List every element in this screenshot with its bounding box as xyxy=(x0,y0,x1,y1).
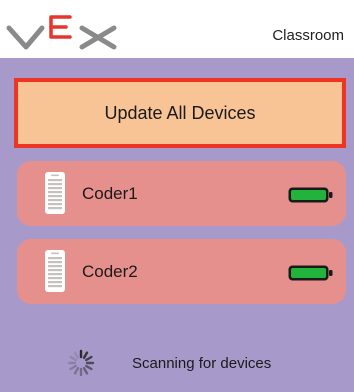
vex-logo-icon xyxy=(6,15,117,50)
device-card-coder1[interactable]: Coder1 xyxy=(17,161,346,226)
coder-device-icon xyxy=(45,250,65,292)
device-name: Coder1 xyxy=(82,184,138,203)
scan-status-row: Scanning for devices xyxy=(0,346,354,380)
classroom-title: Classroom xyxy=(272,27,344,44)
header-bar: Classroom xyxy=(0,0,354,58)
battery-full-icon xyxy=(288,187,333,203)
update-all-devices-button[interactable]: Update All Devices xyxy=(14,78,346,148)
main-panel: Update All Devices Coder1 Coder2 Scannin… xyxy=(0,58,354,392)
device-card-coder2[interactable]: Coder2 xyxy=(17,239,346,304)
device-name: Coder2 xyxy=(82,262,138,281)
battery-full-icon xyxy=(288,265,333,281)
loading-spinner-icon xyxy=(67,349,95,377)
app-window: Classroom Update All Devices Coder1 Code… xyxy=(0,0,354,392)
scan-status-text: Scanning for devices xyxy=(132,355,272,372)
coder-device-icon xyxy=(45,172,65,214)
